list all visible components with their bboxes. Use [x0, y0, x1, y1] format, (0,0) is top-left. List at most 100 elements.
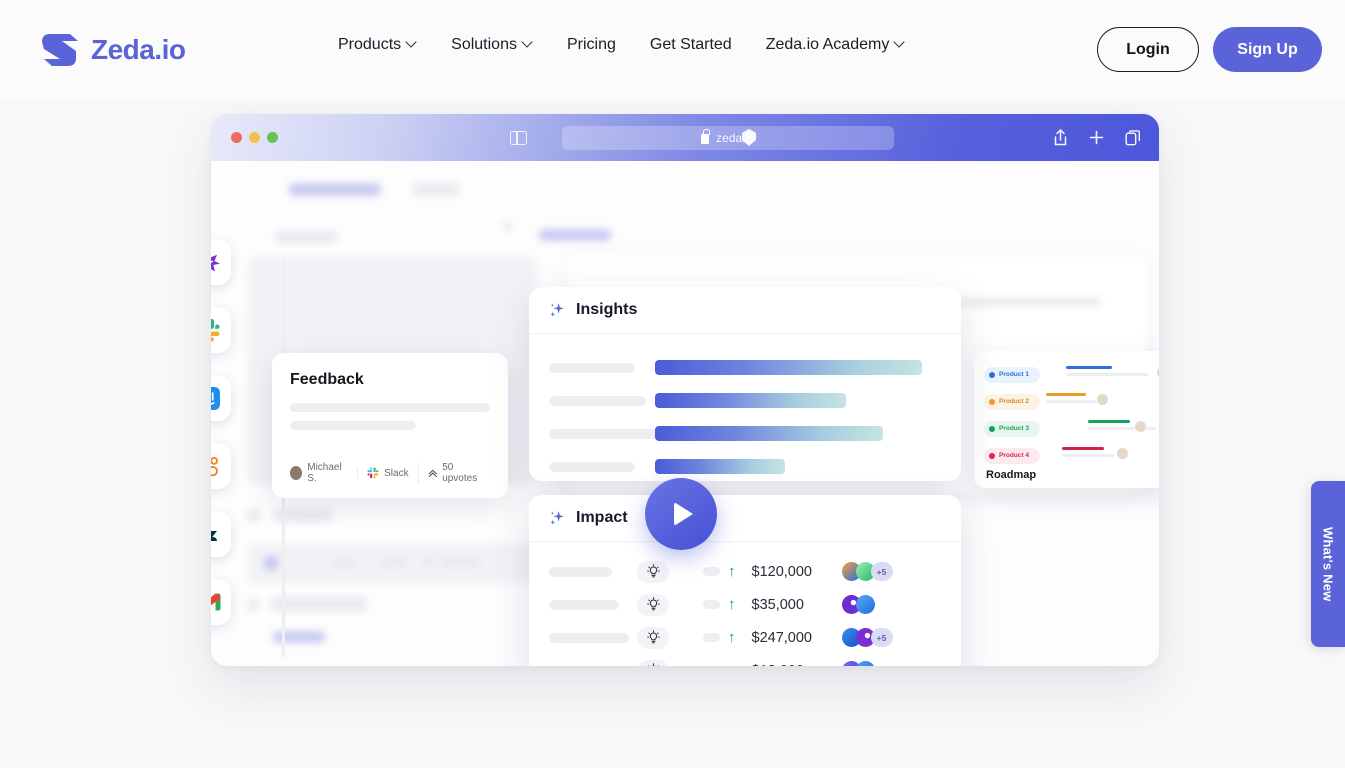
integration-zendesk[interactable] — [211, 511, 231, 557]
impact-trend-chip — [703, 600, 720, 609]
lightbulb-icon — [637, 560, 669, 583]
insights-bar — [655, 393, 846, 408]
impact-value: $35,000 — [751, 596, 804, 613]
impact-row-label — [549, 665, 612, 666]
sidebar-toggle-icon[interactable] — [510, 130, 527, 145]
top-navigation-bar: Zeda.io Products Solutions Pricing Get S… — [0, 0, 1345, 100]
insights-bar — [655, 459, 785, 474]
integration-hubspot[interactable] — [211, 443, 231, 489]
avatar — [290, 466, 303, 480]
arrow-up-icon: ↑ — [728, 563, 736, 580]
signup-button[interactable]: Sign Up — [1213, 27, 1322, 72]
impact-title: Impact — [576, 509, 628, 526]
play-video-button[interactable] — [645, 478, 717, 550]
feedback-author-name: Michael S. — [307, 462, 342, 484]
impact-value: $120,000 — [751, 563, 812, 580]
feedback-upvote-count: 50 upvotes — [442, 462, 478, 484]
login-button[interactable]: Login — [1097, 27, 1199, 72]
impact-trend-chip — [703, 633, 720, 642]
nav-item-get-started[interactable]: Get Started — [650, 36, 732, 54]
nav-item-products[interactable]: Products — [338, 36, 417, 54]
avatar-overflow-count: +5 — [870, 628, 893, 647]
roadmap-bar — [1062, 447, 1104, 450]
share-icon[interactable] — [1053, 129, 1068, 146]
roadmap-card[interactable]: Product 1 Product 2 Product 3 Product 4 … — [974, 351, 1159, 488]
play-icon — [674, 502, 693, 526]
nav-label: Pricing — [566, 36, 616, 53]
brand-name: Zeda.io — [91, 34, 186, 65]
roadmap-product-pill[interactable]: Product 2 — [984, 393, 1040, 410]
roadmap-timeline — [1044, 417, 1159, 440]
lock-icon — [701, 129, 710, 144]
impact-header: Impact — [529, 495, 961, 542]
roadmap-title: Roadmap — [986, 469, 1037, 481]
roadmap-product-pill[interactable]: Product 1 — [984, 366, 1040, 383]
roadmap-product-label: Product 2 — [999, 398, 1029, 405]
insights-row-label — [549, 461, 635, 472]
status-dot-icon — [989, 425, 995, 432]
zeda-star-icon — [211, 254, 220, 272]
gmail-icon — [211, 593, 221, 611]
feedback-upvotes[interactable]: 50 upvotes — [417, 462, 494, 484]
nav-item-solutions[interactable]: Solutions — [451, 36, 533, 54]
roadmap-product-pill[interactable]: Product 3 — [984, 420, 1040, 437]
impact-avatars[interactable]: +5 — [841, 628, 893, 647]
avatar — [1156, 366, 1159, 379]
impact-value: $247,000 — [751, 629, 812, 646]
roadmap-product-label: Product 3 — [999, 425, 1029, 432]
intercom-icon — [211, 386, 220, 410]
impact-trend-chip — [703, 567, 720, 576]
new-tab-icon[interactable] — [1089, 130, 1104, 145]
hubspot-icon — [211, 456, 218, 476]
tabs-overview-icon[interactable] — [1125, 129, 1141, 146]
insights-bar — [655, 360, 922, 375]
feedback-title: Feedback — [290, 371, 364, 388]
integration-slack[interactable] — [211, 307, 231, 353]
nav-label: Get Started — [649, 36, 732, 53]
feedback-placeholder-line — [290, 421, 416, 430]
app-avatar-icon — [855, 661, 875, 666]
impact-avatars[interactable] — [841, 595, 875, 614]
nav-label: Zeda.io Academy — [765, 36, 890, 53]
impact-avatars[interactable] — [841, 661, 875, 666]
address-bar[interactable]: zeda.io — [562, 125, 894, 150]
roadmap-product-pill[interactable]: Product 4 — [984, 447, 1040, 464]
impact-avatars[interactable]: +5 — [841, 562, 893, 581]
slack-icon — [211, 318, 220, 342]
minimize-window-icon[interactable] — [249, 132, 260, 143]
close-window-icon[interactable] — [231, 132, 242, 143]
feedback-meta: Michael S. Slack 50 upvotes — [290, 462, 494, 484]
hero-section: zeda.io Feedback Michael S. Slack 50 upv… — [0, 100, 1345, 700]
status-dot-icon — [989, 452, 995, 459]
roadmap-product-label: Product 1 — [999, 371, 1029, 378]
insights-row-label — [549, 362, 635, 373]
landing-page: Zeda.io Products Solutions Pricing Get S… — [0, 0, 1345, 768]
roadmap-row: Product 1 — [984, 361, 1159, 388]
maximize-window-icon[interactable] — [267, 132, 278, 143]
roadmap-bar — [1066, 366, 1112, 369]
chevron-up-icon — [428, 469, 437, 477]
nav-item-pricing[interactable]: Pricing — [567, 36, 616, 54]
roadmap-subbar — [1066, 373, 1148, 376]
nav-item-academy[interactable]: Zeda.io Academy — [766, 36, 906, 54]
feedback-placeholder-line — [290, 403, 490, 412]
integration-gmail[interactable] — [211, 579, 231, 625]
feedback-card[interactable]: Feedback Michael S. Slack 50 upvotes — [272, 353, 508, 498]
lightbulb-icon — [637, 659, 669, 666]
impact-card[interactable]: Impact ↑ $120,000 +5 ↑ $35,000 ↑ $247,00… — [529, 495, 961, 666]
window-traffic-lights — [231, 132, 278, 143]
integration-intercom[interactable] — [211, 375, 231, 421]
roadmap-timeline — [1044, 444, 1159, 467]
brand-logo[interactable]: Zeda.io — [40, 30, 186, 70]
roadmap-row: Product 2 — [984, 388, 1159, 415]
whats-new-tab[interactable]: What's New — [1311, 481, 1345, 647]
sparkle-icon — [550, 510, 564, 525]
browser-toolbar: zeda.io — [211, 114, 1159, 161]
roadmap-product-label: Product 4 — [999, 452, 1029, 459]
avatar — [1096, 393, 1109, 406]
browser-mockup: zeda.io Feedback Michael S. Slack 50 upv… — [211, 114, 1159, 666]
insights-row — [529, 384, 961, 417]
insights-card[interactable]: Insights — [529, 287, 961, 481]
integration-zeda[interactable] — [211, 239, 231, 285]
insights-row-label — [549, 428, 659, 439]
